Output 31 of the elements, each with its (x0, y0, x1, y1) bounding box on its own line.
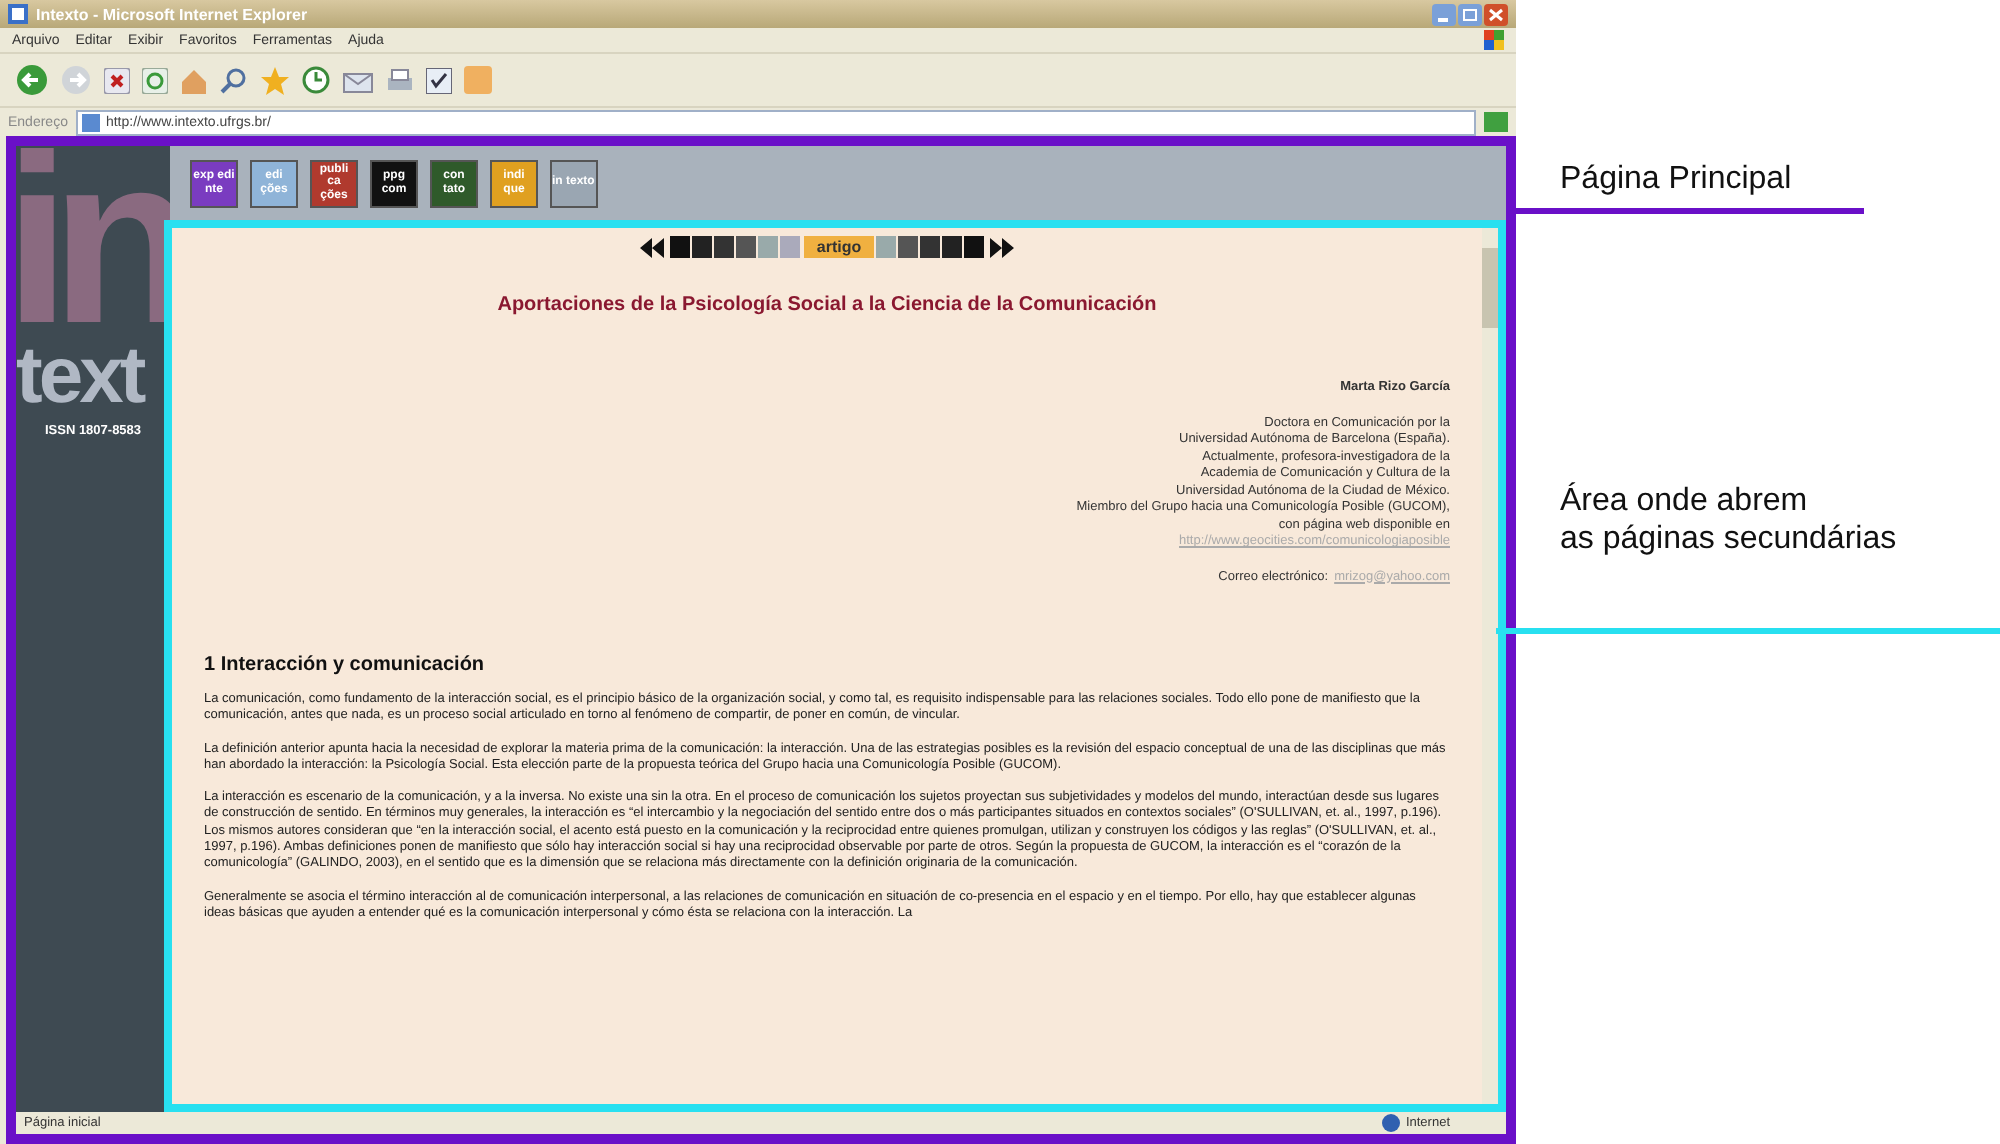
stop-icon[interactable] (104, 67, 130, 93)
section-heading: 1 Interacción y comunicación (204, 654, 487, 676)
windows-flag-icon (1484, 30, 1504, 50)
maximize-icon[interactable] (1458, 3, 1482, 25)
home-icon[interactable] (180, 67, 208, 93)
scrollbar[interactable] (1482, 228, 1498, 1104)
edit-icon[interactable] (426, 67, 452, 93)
globe-icon (1381, 1114, 1400, 1132)
nav-squares-drawing (670, 236, 803, 258)
logo-in-text: in (16, 146, 170, 336)
mail-icon[interactable] (342, 67, 374, 93)
favorites-icon[interactable] (260, 65, 290, 95)
nav-squares-drawing (875, 236, 984, 258)
history-icon[interactable] (302, 66, 330, 94)
last-arrow-icon[interactable] (985, 237, 1014, 257)
search-icon[interactable] (220, 66, 248, 94)
close-icon[interactable] (1484, 3, 1508, 25)
browser-icon (8, 4, 28, 24)
annotation-label: Área onde abrem (1560, 482, 1808, 520)
first-arrow-icon[interactable] (640, 237, 669, 257)
refresh-icon[interactable] (142, 67, 168, 93)
printer-icon[interactable] (386, 67, 414, 93)
annotation-label: as páginas secundárias (1560, 520, 1897, 558)
minimize-icon[interactable] (1432, 3, 1456, 25)
logo-texto-text: text (16, 336, 146, 416)
back-icon[interactable] (16, 64, 48, 96)
annotation-label: Página Principal (1560, 160, 1794, 198)
article-title: Aportaciones de la Psicología Social a la Ciencia de la Comunicación (495, 294, 1159, 316)
window-title: Intexto - Microsoft Internet Explorer (36, 5, 308, 23)
scroll-thumb[interactable] (1482, 248, 1498, 328)
section-label: artigo (804, 236, 874, 258)
